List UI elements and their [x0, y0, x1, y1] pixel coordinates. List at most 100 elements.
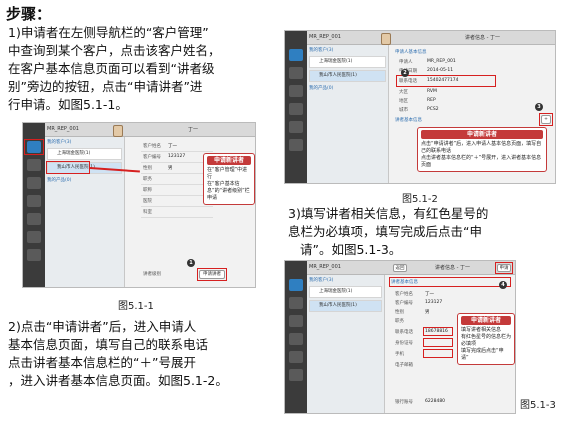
highlight-box: [423, 349, 453, 358]
step2-text: 2)点击“申请讲者”后，进入申请人 基本信息页面，填写自己的联系电话 点击讲者基…: [8, 318, 280, 390]
step3-line: 请”。如图5.1-3。: [300, 242, 402, 257]
field-label: 大区: [399, 90, 408, 95]
step2-line: 基本信息页面，填写自己的联系电话: [8, 337, 209, 352]
header-title: 讲者信息 - 丁一: [435, 265, 470, 271]
customer-list-pane: 我的客户(3) 上海瑞金医院(1) 我山市人民医院(1) 我的产品(0): [45, 137, 125, 287]
list-header: 我的产品(0): [309, 86, 334, 91]
nav-icon[interactable]: [27, 249, 41, 261]
figure-5-1-2: MR_REP_001 讲者信息 - 丁一 我的客户(3) 上海瑞金医院(1) 我…: [284, 30, 556, 184]
field-label: 电子邮箱: [395, 363, 413, 368]
user-name: MR_REP_001: [47, 126, 79, 132]
divider: [141, 206, 213, 207]
list-item[interactable]: 上海瑞金医院(1): [309, 56, 386, 68]
field-label: 医院: [143, 199, 152, 204]
step1-line: 别”旁边的按钮，点击“申请讲者”进: [8, 79, 203, 94]
user-name: MR_REP_001: [309, 34, 341, 40]
highlight-box: [396, 75, 496, 87]
callout-item: 填写完成后点击“申请”: [461, 348, 504, 361]
figure-caption: 图5.1-1: [118, 301, 154, 312]
callout-item: 点击讲者基本信息栏的“＋”号展开，进入讲者基本信息页面: [421, 155, 542, 168]
field-value: 123127: [168, 154, 186, 159]
list-item[interactable]: 我山市人民医院(1): [309, 70, 386, 82]
list-item[interactable]: 上海瑞金医院(1): [47, 148, 122, 160]
step1-line: 在客户基本信息页面可以看到“讲者级: [8, 61, 215, 76]
nav-icon[interactable]: [289, 67, 303, 79]
callout-item: 有红色星号的信息栏为必填项: [461, 334, 512, 347]
step2-line: ，进入讲者基本信息页面。如图5.1-2。: [8, 373, 228, 388]
step-marker: 2: [401, 69, 409, 77]
field-label: 性别: [143, 166, 152, 171]
step-marker: 1: [187, 259, 195, 267]
list-item[interactable]: 我山市人民医院(1): [309, 300, 382, 312]
field-label: 性别: [395, 310, 404, 315]
field-value: 123127: [425, 300, 443, 305]
list-header: 我的客户(3): [47, 140, 72, 145]
page-heading: 步骤：: [6, 5, 52, 23]
field-label: 客户编号: [143, 155, 161, 160]
step1-line: 中查询到某个客户，点击该客户姓名，: [8, 43, 221, 58]
field-label: 客户姓名: [143, 144, 161, 149]
step-marker: 3: [535, 103, 543, 111]
callout-title: 申请新讲者: [421, 130, 543, 139]
callout-box: 申请新讲者 在“客户管理”中进行 在“客户基本信息”的“讲者级别”栏申请: [203, 153, 255, 205]
nav-icon[interactable]: [27, 195, 41, 207]
field-label: 职称: [143, 188, 152, 193]
highlight-box: [423, 338, 453, 347]
customer-nav-icon[interactable]: [289, 279, 303, 291]
nav-icon[interactable]: [289, 333, 303, 345]
field-value: 丁一: [168, 144, 177, 149]
highlight-box: [423, 327, 453, 336]
field-label: 地区: [399, 99, 408, 104]
field-value: PCS2: [427, 107, 439, 112]
step3-line: 息栏为必填项，填写完成后点击“申: [288, 224, 482, 239]
step-marker: 4: [499, 281, 507, 289]
callout-item: 在“客户基本信息”的“讲者级别”栏申请: [207, 181, 250, 201]
avatar: [381, 33, 391, 45]
field-label: 申请人: [399, 60, 413, 65]
step1-line: 1)申请者在左侧导航栏的“客户管理”: [8, 25, 209, 40]
highlight-box: [24, 139, 44, 155]
callout-item: 在“客户管理”中进行: [207, 167, 248, 180]
callout-title: 申请新讲者: [461, 316, 511, 325]
divider: [141, 151, 213, 152]
nav-icon[interactable]: [289, 315, 303, 327]
nav-icon[interactable]: [27, 231, 41, 243]
field-value: 男: [168, 166, 173, 171]
customer-list-pane: 我的客户(3) 上海瑞金医院(1) 我山市人民医院(1) 我的产品(0): [307, 45, 389, 183]
nav-icon[interactable]: [289, 139, 303, 151]
user-name: MR_REP_001: [309, 264, 341, 270]
nav-icon[interactable]: [289, 369, 303, 381]
highlight-box: [197, 268, 227, 281]
section-header: 讲者基本信息: [395, 118, 422, 123]
highlight-box: [539, 113, 553, 126]
nav-icon[interactable]: [27, 177, 41, 189]
list-header: 我的产品(0): [47, 178, 72, 183]
nav-icon[interactable]: [27, 159, 41, 171]
step3-line: 3)填写讲者相关信息，有红色星号的: [288, 206, 489, 221]
field-label: 讲者级别: [143, 272, 161, 277]
nav-icon[interactable]: [27, 213, 41, 225]
field-value: REP: [427, 98, 436, 103]
nav-icon[interactable]: [289, 85, 303, 97]
figure-5-1-1: MR_REP_001 丁一 我的客户(3) 上海瑞金医院(1) 我山市人民医院(…: [22, 122, 256, 288]
field-value: 6228480: [425, 399, 446, 404]
figure-caption: 图5.1-2: [402, 194, 438, 205]
nav-icon[interactable]: [289, 121, 303, 133]
highlight-box: [46, 161, 90, 174]
list-item[interactable]: 上海瑞金医院(1): [309, 286, 382, 298]
step2-line: 点击讲者基本信息栏的“＋”号展开: [8, 355, 196, 370]
field-label: 联系电话: [395, 330, 413, 335]
header-title: 丁一: [188, 127, 199, 133]
field-label: 客户姓名: [395, 292, 413, 297]
field-value: 2014-05-11: [427, 68, 454, 73]
step1-line: 行申请。如图5.1-1。: [8, 97, 128, 112]
nav-icon[interactable]: [289, 351, 303, 363]
field-value: 丁一: [425, 292, 434, 297]
field-label: 科室: [143, 210, 152, 215]
nav-icon[interactable]: [289, 297, 303, 309]
customer-nav-icon[interactable]: [289, 49, 303, 61]
field-label: 职务: [143, 177, 152, 182]
nav-icon[interactable]: [289, 103, 303, 115]
back-button[interactable]: 返回: [393, 264, 407, 272]
field-label: 银行账号: [395, 400, 413, 405]
